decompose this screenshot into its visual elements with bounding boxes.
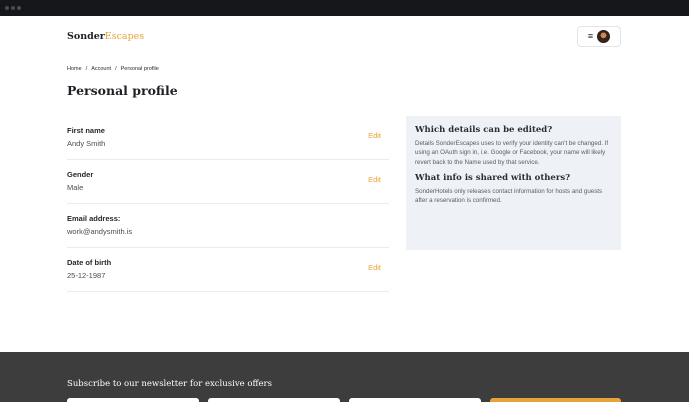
avatar: [597, 30, 611, 43]
newsletter-input-1[interactable]: [67, 398, 199, 402]
field-first-name: First name Andy Smith Edit: [67, 116, 389, 160]
edit-date-of-birth-link[interactable]: Edit: [368, 263, 381, 272]
newsletter-input-3[interactable]: [349, 398, 481, 402]
page-title: Personal profile: [67, 83, 178, 98]
edit-gender-link[interactable]: Edit: [368, 175, 381, 184]
user-menu-button[interactable]: ≡: [577, 26, 621, 47]
breadcrumb-home[interactable]: Home: [67, 66, 82, 72]
newsletter-input-2[interactable]: [208, 398, 340, 402]
site-footer: Subscribe to our newsletter for exclusiv…: [0, 352, 689, 402]
field-label: First name: [67, 126, 105, 135]
breadcrumb-separator: /: [115, 66, 117, 72]
field-date-of-birth: Date of birth 25-12-1987 Edit: [67, 248, 389, 292]
breadcrumb: Home / Account / Personal profile: [67, 66, 159, 72]
field-label: Email address:: [67, 214, 121, 223]
brand-logo[interactable]: SonderEscapes: [67, 31, 144, 42]
field-label: Date of birth: [67, 258, 112, 267]
info-text-editable: Details SonderEscapes uses to verify you…: [415, 140, 609, 166]
hamburger-icon: ≡: [587, 31, 594, 41]
field-value: Male: [67, 183, 84, 192]
newsletter-title: Subscribe to our newsletter for exclusiv…: [67, 379, 272, 389]
breadcrumb-account[interactable]: Account: [91, 66, 111, 72]
field-value: Andy Smith: [67, 139, 106, 148]
field-value: work@andysmith.is: [67, 227, 133, 236]
info-text-shared: SonderHotels only releases contact infor…: [415, 187, 603, 205]
field-value: 25-12-1987: [67, 271, 106, 280]
edit-first-name-link[interactable]: Edit: [368, 131, 381, 140]
field-label: Gender: [67, 170, 94, 179]
info-panel: Which details can be edited? Details Son…: [406, 116, 621, 250]
info-heading-shared: What info is shared with others?: [415, 172, 571, 183]
breadcrumb-separator: /: [85, 66, 88, 72]
field-email: Email address: work@andysmith.is: [67, 204, 389, 248]
brand-name-primary: Sonder: [67, 31, 105, 42]
brand-name-secondary: Escapes: [104, 31, 145, 42]
breadcrumb-current: Personal profile: [120, 66, 159, 72]
site-header: SonderEscapes ≡: [0, 16, 689, 58]
newsletter-subscribe-button[interactable]: [490, 398, 621, 402]
window-titlebar: [0, 0, 689, 16]
window-maximize-dot[interactable]: [17, 6, 21, 10]
info-heading-editable: Which details can be edited?: [415, 125, 553, 135]
field-gender: Gender Male Edit: [67, 160, 389, 204]
window-minimize-dot[interactable]: [11, 6, 15, 10]
window-close-dot[interactable]: [5, 6, 9, 10]
